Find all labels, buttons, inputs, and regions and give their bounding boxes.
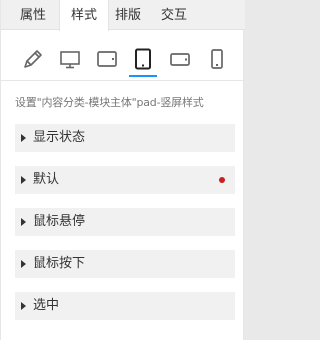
caret-right-icon — [21, 176, 26, 184]
active-device-indicator — [129, 75, 157, 77]
device-phone-landscape-button[interactable] — [162, 41, 198, 77]
section-selected[interactable]: 选中 — [15, 292, 235, 320]
tab-style[interactable]: 样式 — [59, 0, 109, 31]
tab-properties[interactable]: 属性 — [15, 0, 51, 31]
modified-dot-icon — [219, 177, 225, 183]
tab-bar: 属性 样式 排版 交互 — [1, 0, 245, 31]
tab-interaction[interactable]: 交互 — [156, 0, 192, 31]
section-display-state[interactable]: 显示状态 — [15, 124, 235, 152]
pencil-icon — [24, 50, 42, 68]
device-phone-portrait-button[interactable] — [199, 41, 235, 77]
caret-right-icon — [21, 134, 26, 142]
style-panel: 属性 样式 排版 交互 设置"内容分类-模块主体"pad-竖屏样式 显示状态 默… — [0, 0, 245, 340]
desktop-icon — [60, 51, 80, 69]
caret-right-icon — [21, 218, 26, 226]
caret-right-icon — [21, 260, 26, 268]
section-default[interactable]: 默认 — [15, 166, 235, 194]
section-label: 显示状态 — [33, 130, 86, 145]
section-label: 鼠标悬停 — [33, 214, 86, 229]
style-target-description: 设置"内容分类-模块主体"pad-竖屏样式 — [15, 96, 204, 109]
edit-button[interactable] — [15, 41, 51, 77]
tablet-landscape-icon — [97, 51, 117, 67]
phone-portrait-icon — [211, 49, 223, 69]
caret-right-icon — [21, 302, 26, 310]
section-label: 选中 — [33, 298, 60, 313]
device-desktop-button[interactable] — [52, 41, 88, 77]
tab-layout[interactable]: 排版 — [113, 0, 143, 31]
phone-landscape-icon — [170, 53, 190, 66]
section-pressed[interactable]: 鼠标按下 — [15, 250, 235, 278]
device-selector — [1, 31, 245, 81]
tablet-portrait-icon — [135, 48, 151, 70]
device-tablet-landscape-button[interactable] — [89, 41, 125, 77]
section-label: 默认 — [33, 172, 60, 187]
section-label: 鼠标按下 — [33, 256, 86, 271]
section-hover[interactable]: 鼠标悬停 — [15, 208, 235, 236]
device-tablet-portrait-button[interactable] — [125, 41, 161, 77]
